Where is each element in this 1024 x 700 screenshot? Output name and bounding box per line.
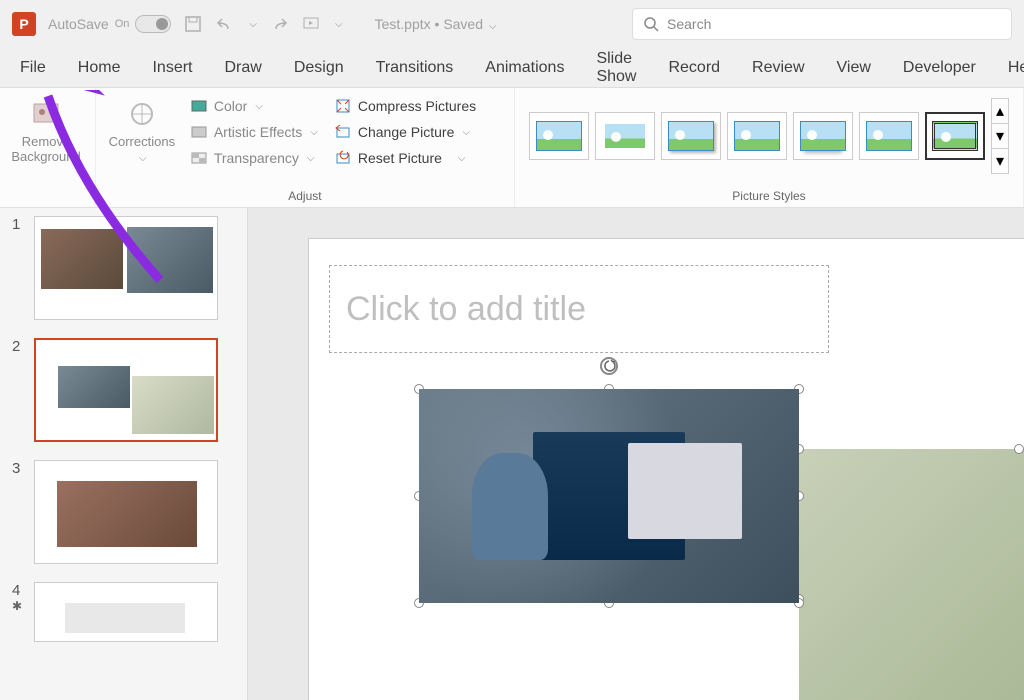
tab-design[interactable]: Design xyxy=(292,53,346,83)
redo-icon[interactable] xyxy=(269,14,289,34)
title-placeholder[interactable]: Click to add title xyxy=(329,265,829,353)
tab-transitions[interactable]: Transitions xyxy=(374,53,456,83)
qat-more[interactable]: ⌵ xyxy=(335,19,343,30)
slide-canvas-area[interactable]: Click to add title xyxy=(248,208,1024,700)
tab-help[interactable]: Help xyxy=(1006,53,1024,83)
tab-view[interactable]: View xyxy=(835,53,873,83)
picture-styles-gallery[interactable]: ▴ ▾ ▾ xyxy=(525,94,1013,178)
slide-thumbnails-panel[interactable]: 1 2 3 4 ✱ xyxy=(0,208,248,700)
ribbon-tabs: File Home Insert Draw Design Transitions… xyxy=(0,48,1024,88)
change-picture-icon xyxy=(334,123,352,141)
color-button[interactable]: Color⌵ xyxy=(186,94,322,118)
artistic-icon xyxy=(190,123,208,141)
app-icon: P xyxy=(12,12,36,36)
tab-home[interactable]: Home xyxy=(76,53,123,83)
undo-dropdown[interactable]: ⌵ xyxy=(249,19,257,30)
artistic-effects-button[interactable]: Artistic Effects⌵ xyxy=(186,120,322,144)
autosave-state: On xyxy=(115,18,130,30)
tab-record[interactable]: Record xyxy=(666,53,722,83)
tab-developer[interactable]: Developer xyxy=(901,53,978,83)
slide-thumb-3[interactable]: 3 xyxy=(12,460,235,564)
style-thumb-4[interactable] xyxy=(727,112,787,160)
ribbon: Remove Background Corrections⌵ Color⌵ Ar… xyxy=(0,88,1024,208)
color-icon xyxy=(190,97,208,115)
tab-animations[interactable]: Animations xyxy=(483,53,566,83)
styles-group-label: Picture Styles xyxy=(525,187,1013,203)
style-thumb-3[interactable] xyxy=(661,112,721,160)
slide-thumb-1[interactable]: 1 xyxy=(12,216,235,320)
corrections-button[interactable]: Corrections⌵ xyxy=(106,94,178,168)
tab-file[interactable]: File xyxy=(18,53,48,83)
remove-background-button[interactable]: Remove Background xyxy=(10,94,82,168)
transparency-icon xyxy=(190,149,208,167)
compress-pictures-button[interactable]: Compress Pictures xyxy=(330,94,480,118)
search-placeholder: Search xyxy=(667,16,711,32)
slide-thumb-4[interactable]: 4 ✱ xyxy=(12,582,235,642)
secondary-image[interactable] xyxy=(799,449,1024,700)
slide-thumb-2[interactable]: 2 xyxy=(12,338,235,442)
gallery-up-icon[interactable]: ▴ xyxy=(992,99,1008,124)
transparency-button[interactable]: Transparency⌵ xyxy=(186,146,322,170)
style-thumb-6[interactable] xyxy=(859,112,919,160)
selected-image[interactable] xyxy=(419,389,799,603)
workspace: 1 2 3 4 ✱ xyxy=(0,208,1024,700)
undo-icon[interactable] xyxy=(215,14,235,34)
style-thumb-7[interactable] xyxy=(925,112,985,160)
autosave-toggle[interactable]: AutoSave On xyxy=(48,15,171,33)
reset-icon xyxy=(334,149,352,167)
change-picture-button[interactable]: Change Picture⌵ xyxy=(330,120,480,144)
adjust-group-label: Adjust xyxy=(106,187,504,203)
search-input[interactable]: Search xyxy=(632,8,1012,40)
autosave-label: AutoSave xyxy=(48,16,109,32)
tab-review[interactable]: Review xyxy=(750,53,806,83)
document-title[interactable]: Test.pptx • Saved ⌵ xyxy=(375,16,497,32)
reset-picture-button[interactable]: Reset Picture⌵ xyxy=(330,146,480,170)
tab-slideshow[interactable]: Slide Show xyxy=(594,44,638,92)
save-icon[interactable] xyxy=(183,14,203,34)
gallery-down-icon[interactable]: ▾ xyxy=(992,124,1008,149)
tab-draw[interactable]: Draw xyxy=(222,53,263,83)
remove-bg-icon xyxy=(30,98,62,130)
gallery-more-icon[interactable]: ▾ xyxy=(992,149,1008,173)
slide-canvas[interactable]: Click to add title xyxy=(308,238,1024,700)
compress-icon xyxy=(334,97,352,115)
style-thumb-2[interactable] xyxy=(595,112,655,160)
search-icon xyxy=(643,16,659,32)
style-thumb-1[interactable] xyxy=(529,112,589,160)
start-slideshow-icon[interactable] xyxy=(301,14,321,34)
titlebar: P AutoSave On ⌵ ⌵ Test.pptx • Saved ⌵ Se… xyxy=(0,0,1024,48)
tab-insert[interactable]: Insert xyxy=(150,53,194,83)
style-thumb-5[interactable] xyxy=(793,112,853,160)
toggle-switch[interactable] xyxy=(135,15,171,33)
corrections-icon xyxy=(126,98,158,130)
rotate-handle-icon[interactable] xyxy=(600,357,618,375)
animation-star-icon: ✱ xyxy=(12,599,24,613)
